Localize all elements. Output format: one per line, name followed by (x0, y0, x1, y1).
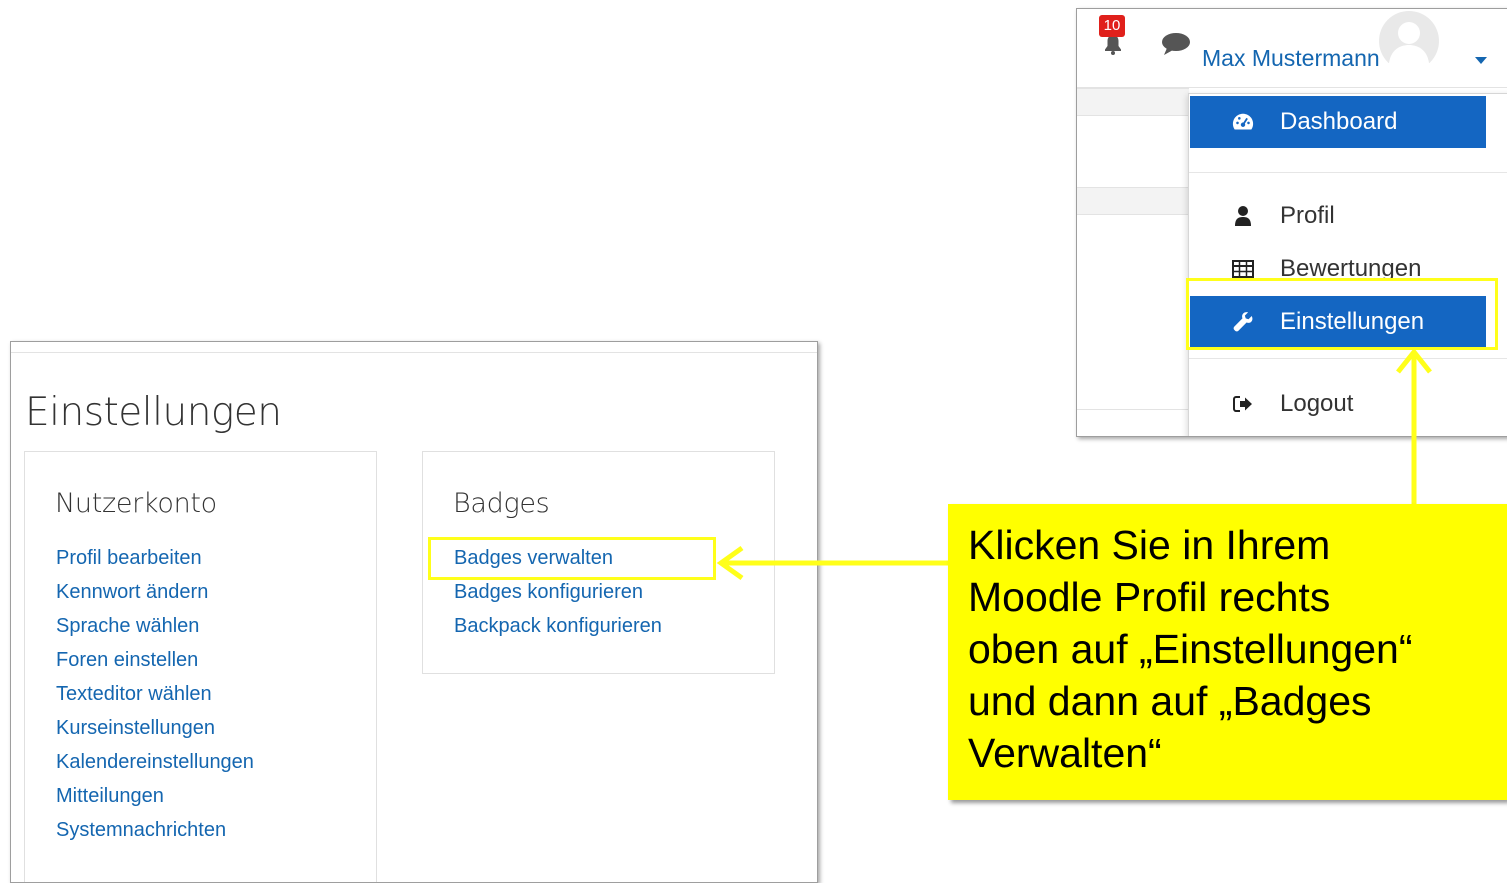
link-kurseinstellungen[interactable]: Kurseinstellungen (56, 714, 254, 748)
table-icon (1232, 260, 1254, 278)
user-menu-screenshot: 10 Max Mustermann Dashboard Profil Bewer (1076, 8, 1507, 437)
divider (1189, 172, 1507, 173)
chat-bubble-icon[interactable] (1161, 31, 1191, 62)
link-profil-bearbeiten[interactable]: Profil bearbeiten (56, 544, 254, 578)
user-avatar-icon[interactable] (1377, 11, 1441, 71)
account-card: Nutzerkonto Profil bearbeiten Kennwort ä… (24, 451, 377, 882)
background-strip (1077, 88, 1189, 116)
user-dropdown-menu: Dashboard Profil Bewertungen Einstellung… (1188, 93, 1507, 436)
tachometer-icon (1232, 111, 1254, 133)
menu-item-label: Logout (1280, 390, 1354, 417)
link-sprache-waehlen[interactable]: Sprache wählen (56, 612, 254, 646)
notification-count-badge: 10 (1099, 15, 1125, 37)
highlight-einstellungen (1186, 278, 1498, 350)
sign-out-icon (1232, 395, 1254, 413)
link-foren-einstellen[interactable]: Foren einstellen (56, 646, 254, 680)
account-link-list: Profil bearbeiten Kennwort ändern Sprach… (56, 544, 254, 850)
menu-item-profil[interactable]: Profil (1190, 190, 1486, 242)
menu-item-dashboard[interactable]: Dashboard (1190, 96, 1486, 148)
link-texteditor-waehlen[interactable]: Texteditor wählen (56, 680, 254, 714)
highlight-badges-verwalten (428, 537, 716, 580)
instruction-text: Klicken Sie in Ihrem Moodle Profil recht… (968, 522, 1413, 776)
caret-down-icon[interactable] (1475, 57, 1487, 64)
background-divider (1077, 409, 1189, 410)
menu-item-logout[interactable]: Logout (1190, 378, 1486, 430)
settings-screenshot: Einstellungen Nutzerkonto Profil bearbei… (10, 341, 818, 883)
link-kennwort-aendern[interactable]: Kennwort ändern (56, 578, 254, 612)
instruction-callout: Klicken Sie in Ihrem Moodle Profil recht… (948, 504, 1507, 800)
link-backpack-konfigurieren[interactable]: Backpack konfigurieren (454, 612, 662, 646)
link-badges-konfigurieren[interactable]: Badges konfigurieren (454, 578, 662, 612)
account-card-title: Nutzerkonto (55, 488, 217, 519)
user-icon (1232, 205, 1254, 227)
menu-item-label: Dashboard (1280, 108, 1398, 135)
divider (11, 352, 817, 353)
link-mitteilungen[interactable]: Mitteilungen (56, 782, 254, 816)
menu-item-label: Profil (1280, 202, 1335, 229)
badges-card-title: Badges (453, 488, 550, 519)
user-name[interactable]: Max Mustermann (1202, 45, 1380, 72)
bell-icon[interactable] (1104, 33, 1122, 60)
page-title: Einstellungen (25, 390, 282, 435)
link-kalendereinstellungen[interactable]: Kalendereinstellungen (56, 748, 254, 782)
background-strip (1077, 187, 1189, 215)
divider (1189, 358, 1507, 359)
link-systemnachrichten[interactable]: Systemnachrichten (56, 816, 254, 850)
